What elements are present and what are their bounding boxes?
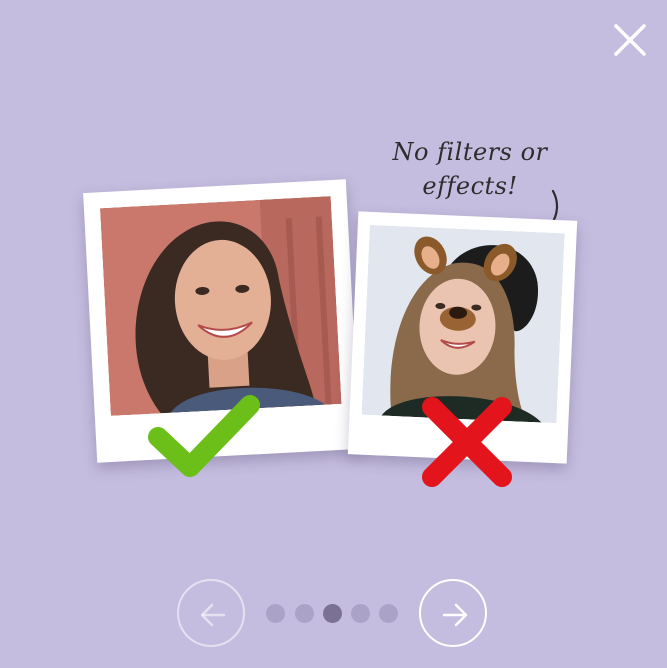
page-dot-2[interactable]	[295, 604, 314, 623]
cross-icon	[422, 397, 512, 487]
caption-line-1: No filters or	[392, 138, 548, 166]
check-icon	[148, 395, 260, 477]
close-icon	[614, 24, 646, 56]
close-button[interactable]	[612, 22, 648, 58]
page-dot-4[interactable]	[351, 604, 370, 623]
page-dot-1[interactable]	[266, 604, 285, 623]
arrow-left-icon	[200, 603, 226, 627]
bad-example-photo	[361, 224, 565, 424]
previous-button[interactable]	[177, 579, 245, 647]
good-example-photo	[99, 196, 342, 416]
page-dot-5[interactable]	[379, 604, 398, 623]
next-button[interactable]	[419, 579, 487, 647]
arrow-right-icon	[442, 603, 468, 627]
page-dot-3[interactable]	[323, 604, 342, 623]
